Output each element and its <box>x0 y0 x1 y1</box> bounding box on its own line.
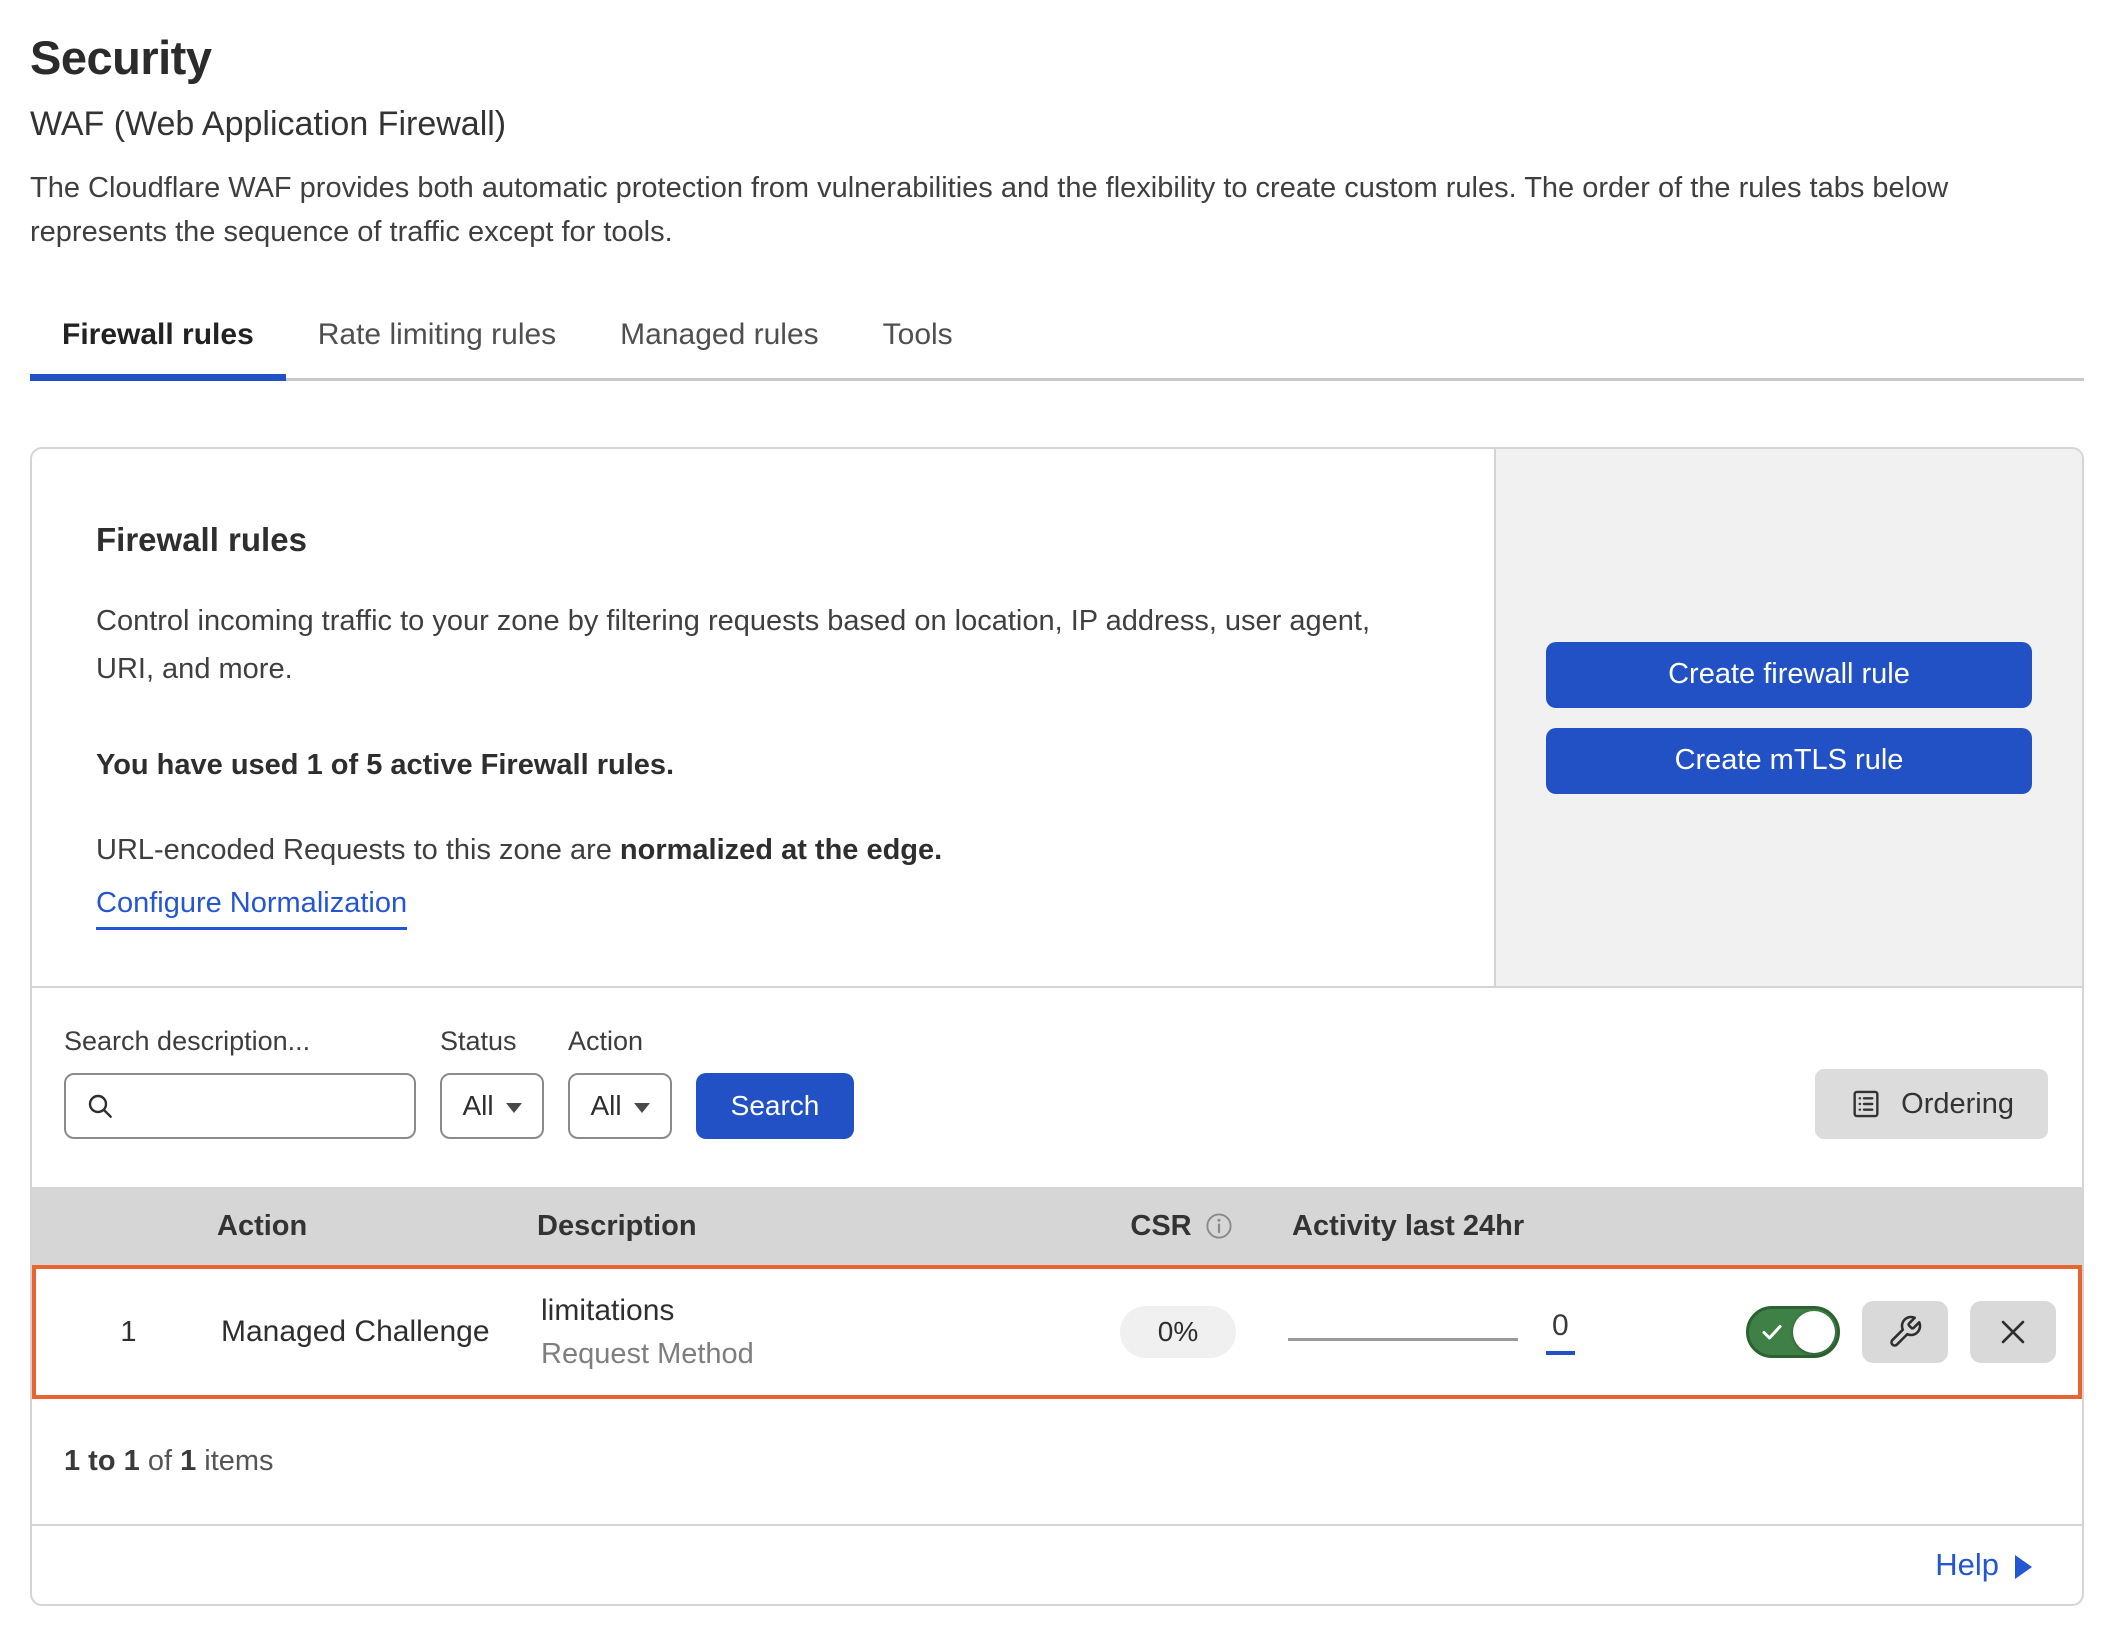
search-button[interactable]: Search <box>696 1073 854 1139</box>
status-label: Status <box>440 1026 544 1057</box>
normalization-text: URL-encoded Requests to this zone are <box>96 834 612 866</box>
ordering-button-label: Ordering <box>1901 1088 2014 1121</box>
column-header-description: Description <box>537 1210 1072 1243</box>
edit-rule-button[interactable] <box>1862 1301 1948 1363</box>
chevron-down-icon <box>506 1103 522 1113</box>
csr-badge: 0% <box>1120 1306 1236 1358</box>
tab-rate-limiting-rules[interactable]: Rate limiting rules <box>286 318 588 378</box>
panel-heading: Firewall rules <box>96 521 1434 559</box>
panel-description: Control incoming traffic to your zone by… <box>96 597 1386 693</box>
pagination-summary: 1 to 1 of 1 items <box>32 1399 2082 1524</box>
page-title: Security <box>30 30 2084 85</box>
firewall-rules-info-section: Firewall rules Control incoming traffic … <box>32 449 2082 986</box>
tab-tools[interactable]: Tools <box>851 318 985 378</box>
card-help-footer: Help <box>32 1524 2082 1604</box>
usage-summary: You have used 1 of 5 active Firewall rul… <box>96 749 1434 782</box>
wrench-icon <box>1887 1314 1923 1350</box>
search-icon <box>84 1090 116 1122</box>
rule-enabled-toggle[interactable] <box>1746 1306 1840 1358</box>
activity-count-link[interactable]: 0 <box>1546 1309 1575 1355</box>
rule-description: limitations <box>541 1294 1068 1328</box>
column-header-csr: CSR <box>1130 1210 1191 1243</box>
status-select[interactable]: All <box>440 1073 544 1139</box>
normalization-bold-text: normalized at the edge. <box>620 834 942 866</box>
tab-managed-rules[interactable]: Managed rules <box>588 318 850 378</box>
info-icon[interactable] <box>1204 1211 1234 1241</box>
search-description-label: Search description... <box>64 1026 416 1057</box>
normalization-note: URL-encoded Requests to this zone are no… <box>96 834 1434 867</box>
activity-sparkline <box>1288 1338 1518 1341</box>
action-select-value: All <box>590 1090 621 1122</box>
tab-firewall-rules[interactable]: Firewall rules <box>30 318 286 378</box>
create-rule-panel: Create firewall rule Create mTLS rule <box>1494 449 2082 986</box>
column-header-activity: Activity last 24hr <box>1292 1210 1672 1243</box>
action-label: Action <box>568 1026 672 1057</box>
help-link[interactable]: Help <box>1935 1547 2032 1583</box>
action-select[interactable]: All <box>568 1073 672 1139</box>
pagination-range: 1 to 1 <box>64 1445 140 1477</box>
security-waf-page: Security WAF (Web Application Firewall) … <box>0 0 2114 1606</box>
close-icon <box>1996 1315 2030 1349</box>
firewall-rules-card: Firewall rules Control incoming traffic … <box>30 447 2084 1606</box>
page-subtitle: WAF (Web Application Firewall) <box>30 105 2084 144</box>
pagination-items: items <box>204 1445 273 1477</box>
rules-table-header: Action Description CSR Activity last 24h… <box>32 1187 2082 1265</box>
pagination-total: 1 <box>180 1445 196 1477</box>
rule-action: Managed Challenge <box>221 1315 541 1349</box>
create-mtls-rule-button[interactable]: Create mTLS rule <box>1546 728 2032 794</box>
list-order-icon <box>1849 1087 1883 1121</box>
status-select-value: All <box>462 1090 493 1122</box>
page-description: The Cloudflare WAF provides both automat… <box>30 166 2080 254</box>
search-input[interactable] <box>64 1073 416 1139</box>
create-firewall-rule-button[interactable]: Create firewall rule <box>1546 642 2032 708</box>
ordering-button[interactable]: Ordering <box>1815 1069 2048 1139</box>
chevron-down-icon <box>634 1103 650 1113</box>
help-link-label: Help <box>1935 1547 1999 1583</box>
table-row-rule-1: 1 Managed Challenge limitations Request … <box>32 1265 2082 1399</box>
configure-normalization-link[interactable]: Configure Normalization <box>96 887 407 930</box>
filter-toolbar: Search description... Status All A <box>32 986 2082 1187</box>
check-icon <box>1760 1320 1784 1344</box>
rule-priority: 1 <box>36 1316 221 1349</box>
toggle-knob <box>1793 1311 1835 1353</box>
column-header-action: Action <box>217 1210 537 1243</box>
rules-tab-bar: Firewall rules Rate limiting rules Manag… <box>30 318 2084 381</box>
rule-expression-summary: Request Method <box>541 1338 1068 1371</box>
delete-rule-button[interactable] <box>1970 1301 2056 1363</box>
pagination-of: of <box>148 1445 172 1477</box>
arrow-right-icon <box>2015 1555 2032 1579</box>
